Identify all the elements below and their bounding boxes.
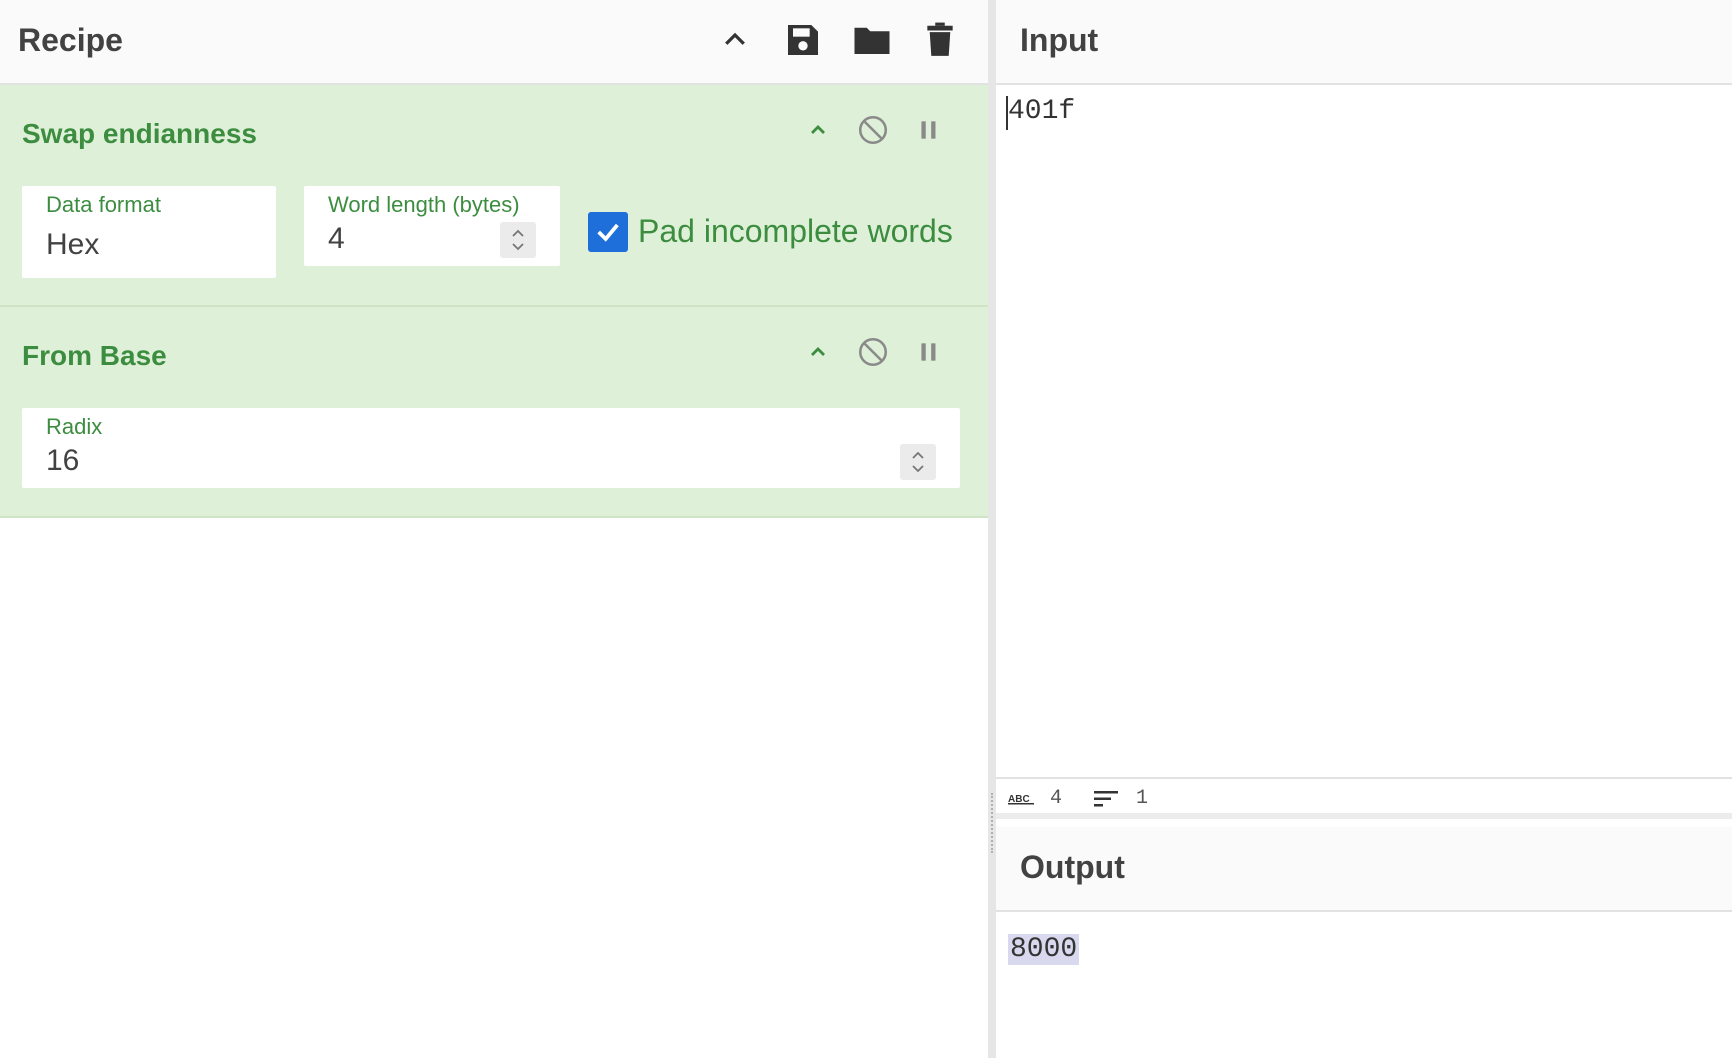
collapse-all-icon[interactable] <box>713 18 757 62</box>
pane-divider[interactable] <box>988 0 996 1058</box>
breakpoint-icon[interactable] <box>909 332 949 372</box>
input-pane: Input 401f ABC 4 1 <box>996 0 1732 827</box>
input-textarea[interactable]: 401f <box>1008 96 1075 127</box>
field-label: Word length (bytes) <box>328 192 520 217</box>
pad-incomplete-words-checkbox[interactable] <box>588 212 628 252</box>
disable-operation-icon[interactable] <box>853 110 893 150</box>
disable-operation-icon[interactable] <box>853 332 893 372</box>
output-pane: Output <box>996 827 1732 1058</box>
input-header: Input <box>996 0 1732 85</box>
cyberchef-app: Recipe Swap endianness Data format Hex W… <box>0 0 1732 1058</box>
checkbox-label[interactable]: Pad incomplete words <box>638 213 953 250</box>
lines-icon <box>1094 789 1120 815</box>
resize-handle[interactable] <box>991 793 993 853</box>
recipe-pane: Recipe Swap endianness Data format Hex W… <box>0 0 988 1058</box>
operation-title: From Base <box>22 340 167 371</box>
save-icon[interactable] <box>781 18 825 62</box>
input-title: Input <box>1020 22 1099 58</box>
output-header: Output <box>996 827 1732 912</box>
word-length-value[interactable]: 4 <box>328 222 345 256</box>
output-textarea[interactable]: 8000 <box>1008 934 1080 965</box>
lines-count: 1 <box>1136 787 1149 810</box>
field-label: Radix <box>46 414 103 439</box>
collapse-operation-icon[interactable] <box>798 332 838 372</box>
folder-icon[interactable] <box>850 18 894 62</box>
number-stepper[interactable] <box>900 444 936 480</box>
recipe-header: Recipe <box>0 0 988 85</box>
output-title: Output <box>1020 849 1125 885</box>
trash-icon[interactable] <box>918 18 962 62</box>
number-stepper[interactable] <box>500 222 536 258</box>
collapse-operation-icon[interactable] <box>798 110 838 150</box>
length-count: 4 <box>1050 787 1063 810</box>
radix-field[interactable]: Radix 16 <box>22 408 960 488</box>
breakpoint-icon[interactable] <box>909 110 949 150</box>
data-format-field[interactable]: Data format Hex <box>22 186 276 278</box>
word-length-field[interactable]: Word length (bytes) 4 <box>304 186 560 266</box>
operation-from-base: From Base Radix 16 <box>0 307 988 518</box>
data-format-value[interactable]: Hex <box>46 228 99 262</box>
recipe-title: Recipe <box>18 22 123 58</box>
operation-swap-endianness: Swap endianness Data format Hex Word len… <box>0 85 988 307</box>
input-status-bar: ABC 4 1 <box>996 777 1732 819</box>
abc-icon: ABC <box>1008 789 1034 812</box>
operation-title: Swap endianness <box>22 118 257 149</box>
radix-value[interactable]: 16 <box>46 444 79 478</box>
field-label: Data format <box>46 192 161 217</box>
